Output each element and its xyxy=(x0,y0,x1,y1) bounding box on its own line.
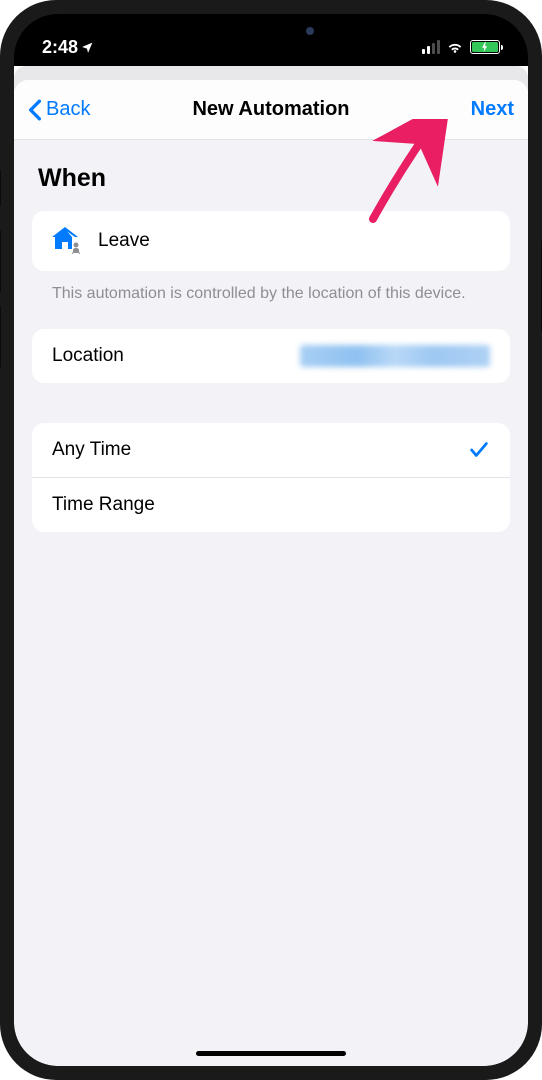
time-range-label: Time Range xyxy=(52,494,155,516)
next-button[interactable]: Next xyxy=(471,98,514,121)
modal-sheet: Back New Automation Next When xyxy=(14,80,528,1066)
content-area: When xyxy=(14,140,528,556)
camera-dot xyxy=(306,27,314,35)
checkmark-icon xyxy=(468,439,490,461)
page-title: New Automation xyxy=(192,98,349,121)
phone-frame: 2:48 xyxy=(0,0,542,1080)
location-row[interactable]: Location xyxy=(32,329,510,383)
battery-icon xyxy=(470,40,500,54)
back-label: Back xyxy=(46,98,90,121)
location-group: Location xyxy=(32,329,510,383)
time-range-row[interactable]: Time Range xyxy=(32,478,510,532)
leave-label: Leave xyxy=(98,230,150,252)
location-label: Location xyxy=(52,345,124,367)
leave-trigger-row[interactable]: Leave xyxy=(32,211,510,271)
any-time-label: Any Time xyxy=(52,439,131,461)
home-indicator[interactable] xyxy=(196,1051,346,1056)
phone-screen: 2:48 xyxy=(14,14,528,1066)
volume-up-button xyxy=(0,230,1,292)
chevron-left-icon xyxy=(28,99,42,121)
leave-home-icon xyxy=(52,227,84,255)
screen-content: Back New Automation Next When xyxy=(14,66,528,1066)
back-button[interactable]: Back xyxy=(28,98,90,121)
volume-down-button xyxy=(0,306,1,368)
location-controlled-note: This automation is controlled by the loc… xyxy=(32,271,510,329)
any-time-row[interactable]: Any Time xyxy=(32,423,510,478)
when-header: When xyxy=(32,164,510,193)
status-icons xyxy=(422,40,500,54)
silent-switch xyxy=(0,170,1,206)
time-label: 2:48 xyxy=(42,37,78,58)
location-value-redacted xyxy=(300,345,490,367)
cellular-signal-icon xyxy=(422,40,440,54)
wifi-icon xyxy=(446,40,464,54)
trigger-group: Leave xyxy=(32,211,510,271)
time-options-group: Any Time Time Range xyxy=(32,423,510,532)
navigation-bar: Back New Automation Next xyxy=(14,80,528,140)
status-time: 2:48 xyxy=(42,37,94,58)
location-arrow-icon xyxy=(81,41,94,54)
notch xyxy=(166,14,376,48)
